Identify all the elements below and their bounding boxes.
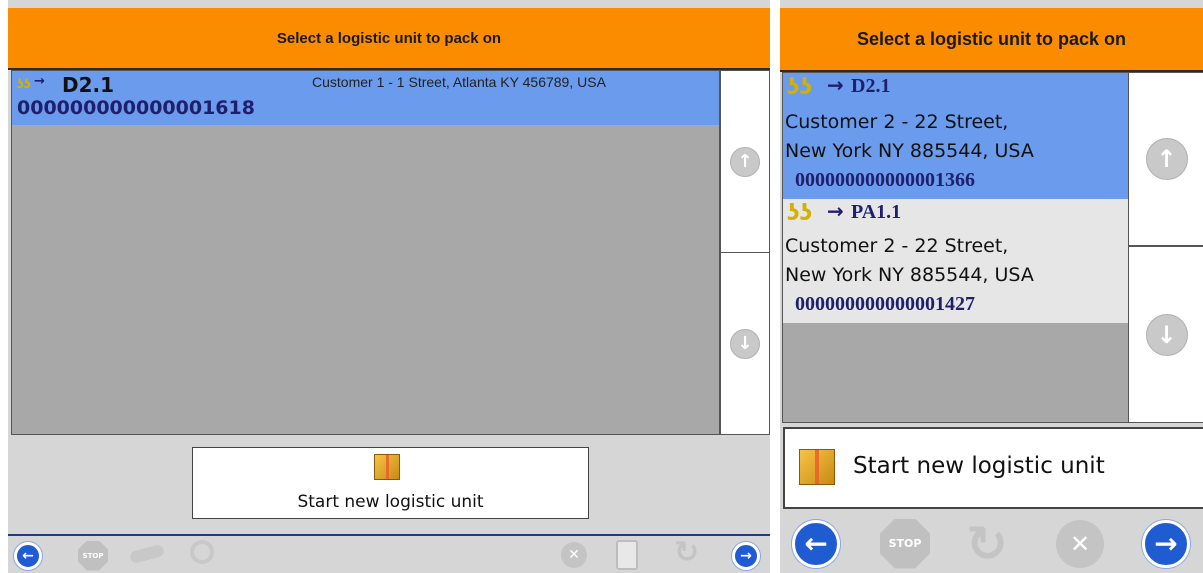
unit-address-line1: Customer 2 - 22 Street, [785,235,1009,257]
start-new-unit-button[interactable]: Start new logistic unit [783,427,1203,509]
unit-code: 000000000000001366 [795,169,975,191]
forward-arrow-icon: → [1142,519,1190,568]
box-icon [374,454,400,480]
unit-id: D2.1 [851,75,891,97]
unit-code: 000000000000001427 [795,293,975,315]
unit-address-line2: New York NY 885544, USA [785,264,1034,286]
checklist-icon [616,540,638,570]
feet-icon: ʖʖ [787,75,813,100]
list-item[interactable]: ʖʖ → D2.1 Customer 1 - 1 Street, Atlanta… [12,71,719,125]
stop-button[interactable]: STOP [880,518,930,569]
list-item[interactable]: ʖʖ → D2.1 Customer 2 - 22 Street, New Yo… [783,73,1128,199]
start-new-unit-label: Start new logistic unit [297,492,484,512]
forward-button[interactable]: → [1142,519,1190,568]
unit-address: Customer 1 - 1 Street, Atlanta KY 456789… [312,74,606,90]
arrow-up-icon: ↑ [730,146,760,177]
box-icon [799,449,835,485]
start-new-unit-button[interactable]: Start new logistic unit [192,447,589,519]
close-icon: ✕ [1056,519,1104,568]
scroll-down-button[interactable]: ↓ [720,252,770,435]
stopwatch-icon [190,540,214,564]
start-new-unit-label: Start new logistic unit [853,453,1105,479]
bottom-toolbar: ← STOP ↻ ✕ → [780,514,1203,573]
close-icon: ✕ [561,542,587,568]
arrow-down-icon: ↓ [1145,313,1188,356]
toolbar-divider [8,534,770,536]
back-button[interactable]: ← [14,541,42,570]
back-arrow-icon: ← [792,519,840,568]
unit-address-line2: New York NY 885544, USA [785,140,1034,162]
bottom-toolbar: ← STOP ✕ ↻ → [8,538,770,573]
stop-icon: STOP [78,540,108,571]
right-panel: Select a logistic unit to pack on ʖʖ → D… [780,0,1203,573]
list-item[interactable]: ʖʖ → PA1.1 Customer 2 - 22 Street, New Y… [783,199,1128,323]
forward-button[interactable]: → [732,541,760,570]
refresh-icon: ↻ [966,514,1008,573]
arrow-right-icon: → [827,73,844,97]
feet-icon: ʖʖ [787,201,813,226]
unit-code: 000000000000001618 [17,97,255,119]
forward-arrow-icon: → [732,541,760,570]
logistic-unit-list[interactable]: ʖʖ → D2.1 Customer 1 - 1 Street, Atlanta… [11,70,720,435]
left-panel: Select a logistic unit to pack on ʖʖ → D… [8,0,770,573]
scroll-down-button[interactable]: ↓ [1128,246,1203,423]
unit-address-line1: Customer 2 - 22 Street, [785,111,1009,133]
timer-button[interactable] [190,540,214,564]
stop-button[interactable]: STOP [78,540,108,571]
stop-icon: STOP [880,518,930,569]
scroll-up-button[interactable]: ↑ [720,70,770,253]
page-title: Select a logistic unit to pack on [8,8,770,70]
cancel-button[interactable]: ✕ [1056,519,1104,568]
logistic-unit-list[interactable]: ʖʖ → D2.1 Customer 2 - 22 Street, New Yo… [782,72,1129,423]
page-title: Select a logistic unit to pack on [780,8,1203,72]
arrow-right-icon: → [34,74,45,89]
cancel-button[interactable]: ✕ [561,542,587,568]
unit-id: D2.1 [62,73,115,97]
arrow-right-icon: → [827,199,844,223]
refresh-button[interactable]: ↻ [966,518,1008,570]
back-button[interactable]: ← [792,519,840,568]
scanner-icon [129,543,165,565]
refresh-icon: ↻ [674,535,700,570]
scroll-up-button[interactable]: ↑ [1128,72,1203,246]
unit-id: PA1.1 [851,201,902,223]
back-arrow-icon: ← [14,541,42,570]
feet-icon: ʖʖ [17,77,31,91]
scanner-button[interactable] [129,543,165,565]
arrow-down-icon: ↓ [730,328,760,359]
arrow-up-icon: ↑ [1145,138,1188,180]
refresh-button[interactable]: ↻ [674,538,699,568]
checklist-button[interactable] [616,540,638,570]
